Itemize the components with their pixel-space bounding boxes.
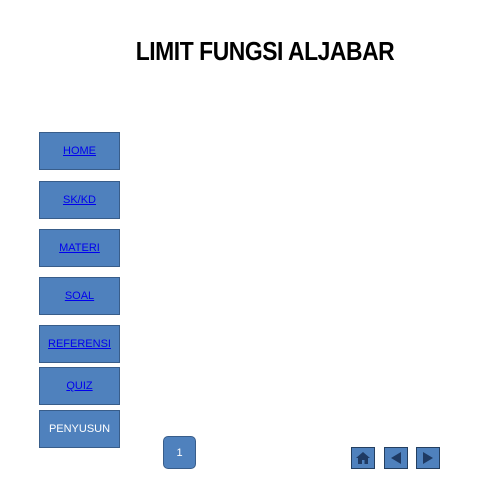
page-number-badge: 1 [163,436,196,469]
nav-sk-kd-label: SK/KD [62,194,96,206]
nav-penyusun-label: PENYUSUN [48,423,111,435]
slide-title: LIMIT FUNGSI ALJABAR [135,36,395,66]
nav-soal-button[interactable]: SOAL [39,277,120,315]
nav-home-button[interactable]: HOME [39,132,120,170]
nav-materi-label: MATERI [59,242,100,254]
nav-referensi-label: REFERENSI [48,338,111,350]
nav-sk-kd-button[interactable]: SK/KD [39,181,120,219]
previous-icon [391,452,401,464]
nav-penyusun-button[interactable]: PENYUSUN [39,410,120,448]
nav-quiz-label: QUIZ [66,380,93,392]
next-icon [423,452,433,464]
nav-quiz-button[interactable]: QUIZ [39,367,120,405]
page-number-text: 1 [176,446,183,459]
next-control-button[interactable] [416,447,440,469]
nav-home-label: HOME [63,145,96,157]
home-icon [356,452,370,464]
nav-soal-label: SOAL [64,290,95,302]
nav-referensi-button[interactable]: REFERENSI [39,325,120,363]
home-control-button[interactable] [351,447,375,469]
nav-materi-button[interactable]: MATERI [39,229,120,267]
previous-control-button[interactable] [384,447,408,469]
